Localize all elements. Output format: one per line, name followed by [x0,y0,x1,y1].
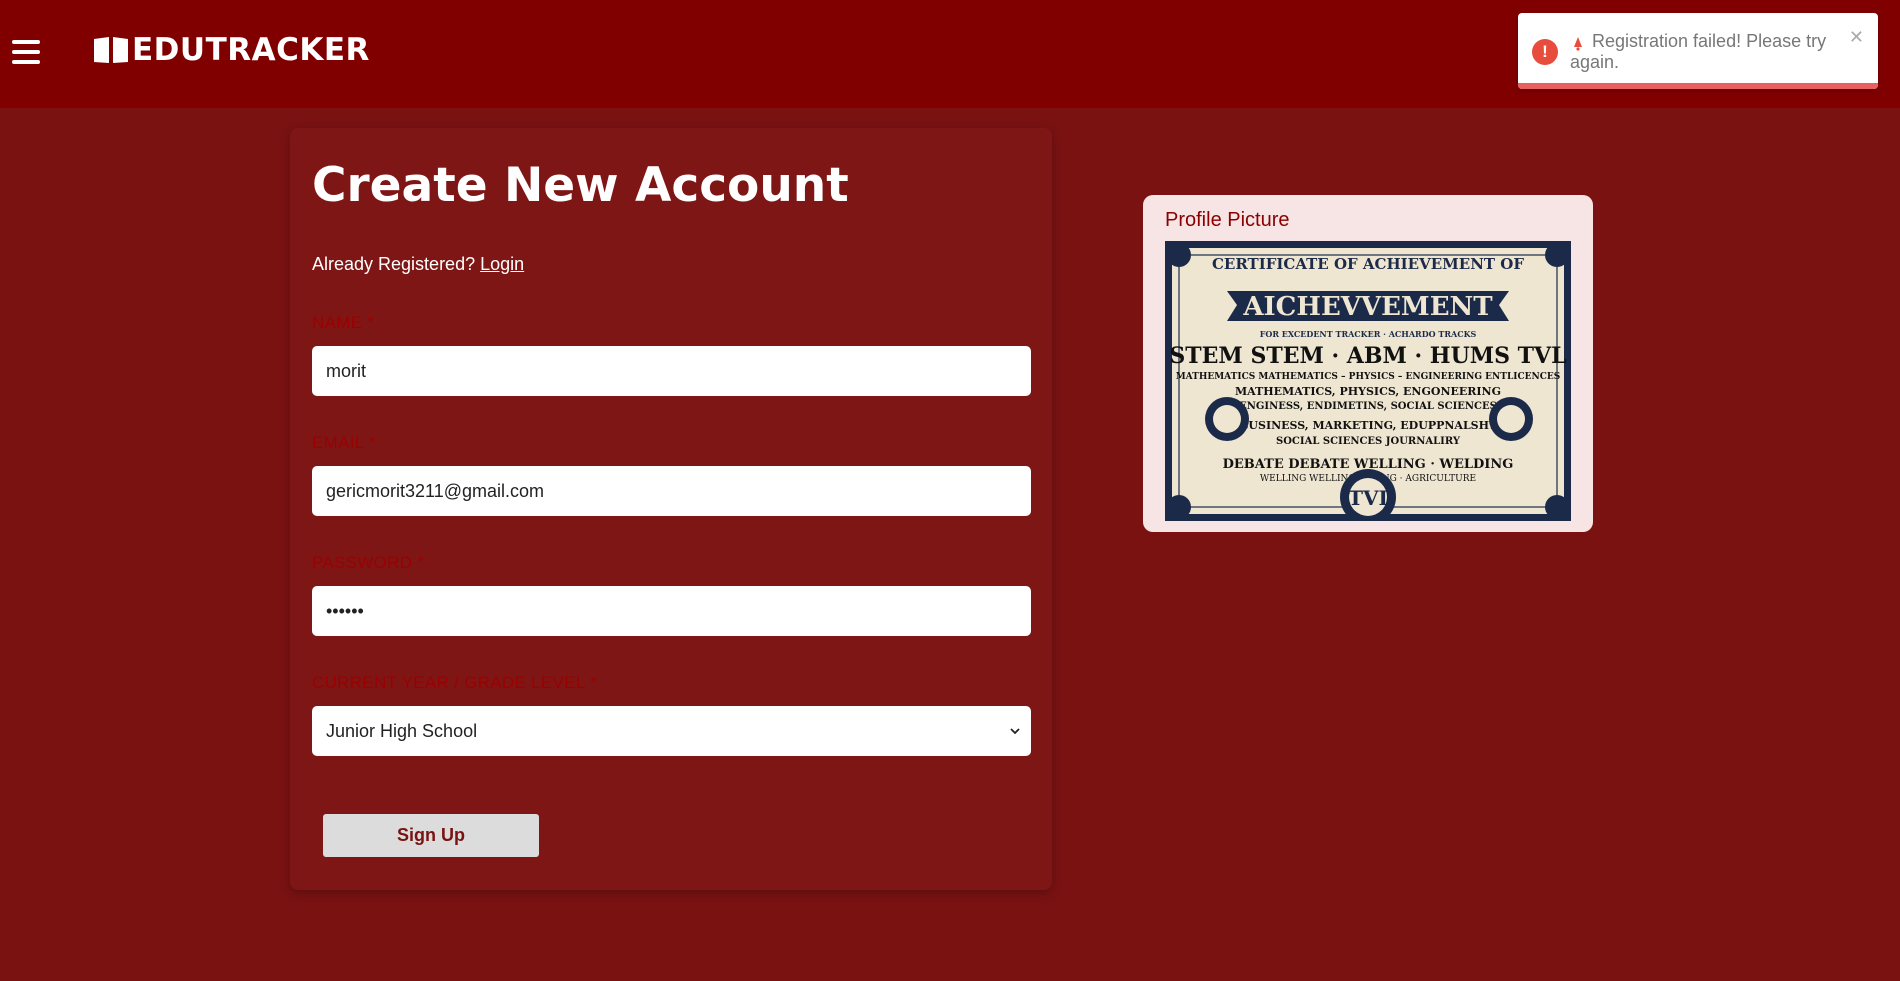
hamburger-menu-icon[interactable] [12,40,40,64]
already-registered-label: Already Registered? [312,254,476,274]
toast-progress-bar [1518,83,1878,89]
cert-header-text: CERTIFICATE OF ACHIEVEMENT OF [1212,255,1524,273]
cert-tracks-text: STEM STEM · ABM · HUMS TVL [1169,343,1566,369]
brand-name: EDUTRACKER [132,32,370,68]
password-field[interactable]: •••••• [312,586,1031,636]
name-field[interactable]: morit [312,346,1031,396]
email-value: gericmorit3211@gmail.com [326,480,545,501]
brand-logo[interactable]: EDUTRACKER [92,32,370,68]
password-label: PASSWORD * [312,553,425,572]
grade-level-select[interactable]: Junior High School [312,706,1031,756]
name-value: morit [326,360,366,381]
grade-level-selected: Junior High School [326,720,478,741]
password-value: •••••• [326,600,364,621]
cert-line-4: BUSINESS, MARKETING, EDUPPNALSHY [1239,419,1497,432]
profile-picture-card: Profile Picture CERTIFICATE OF ACHIEVEME… [1143,195,1593,532]
grade-level-label: CURRENT YEAR / GRADE LEVEL * [312,673,597,692]
error-icon: ! [1532,39,1558,65]
already-registered-text: Already Registered? Login [312,254,524,275]
email-label: EMAIL * [312,433,376,452]
name-label: NAME * [312,313,375,332]
registration-form-card: Create New Account Already Registered? L… [290,128,1052,890]
cert-line-5: SOCIAL SCIENCES JOURNALIRY [1276,436,1461,447]
chevron-down-icon [1010,728,1020,735]
login-link[interactable]: Login [480,254,524,274]
close-icon[interactable]: ✕ [1849,27,1864,48]
cert-line-2: MATHEMATICS, PHYSICS, ENGONEERING [1235,385,1501,398]
page-title: Create New Account [312,158,849,213]
cert-sub-text: FOR EXCEDENT TRACKER · ACHARDO TRACKS [1260,329,1477,339]
open-book-icon [94,37,128,63]
cert-line-3: ENGINESS, ENDIMETINS, SOCIAL SCIENCES [1239,401,1497,412]
toast-message: Registration failed! Please try again. [1570,31,1827,72]
profile-picture-image[interactable]: CERTIFICATE OF ACHIEVEMENT OF AICHEVVEME… [1165,241,1571,521]
error-toast: ! Registration failed! Please try again.… [1518,13,1878,89]
cert-line-1: MATHEMATICS MATHEMATICS – PHYSICS – ENGI… [1176,372,1561,382]
sign-up-button[interactable]: Sign Up [323,814,539,857]
profile-picture-label: Profile Picture [1165,209,1290,231]
cert-seal-text: TVI [1348,486,1388,510]
cert-banner-text: AICHEVVEMENT [1242,292,1493,322]
email-field[interactable]: gericmorit3211@gmail.com [312,466,1031,516]
